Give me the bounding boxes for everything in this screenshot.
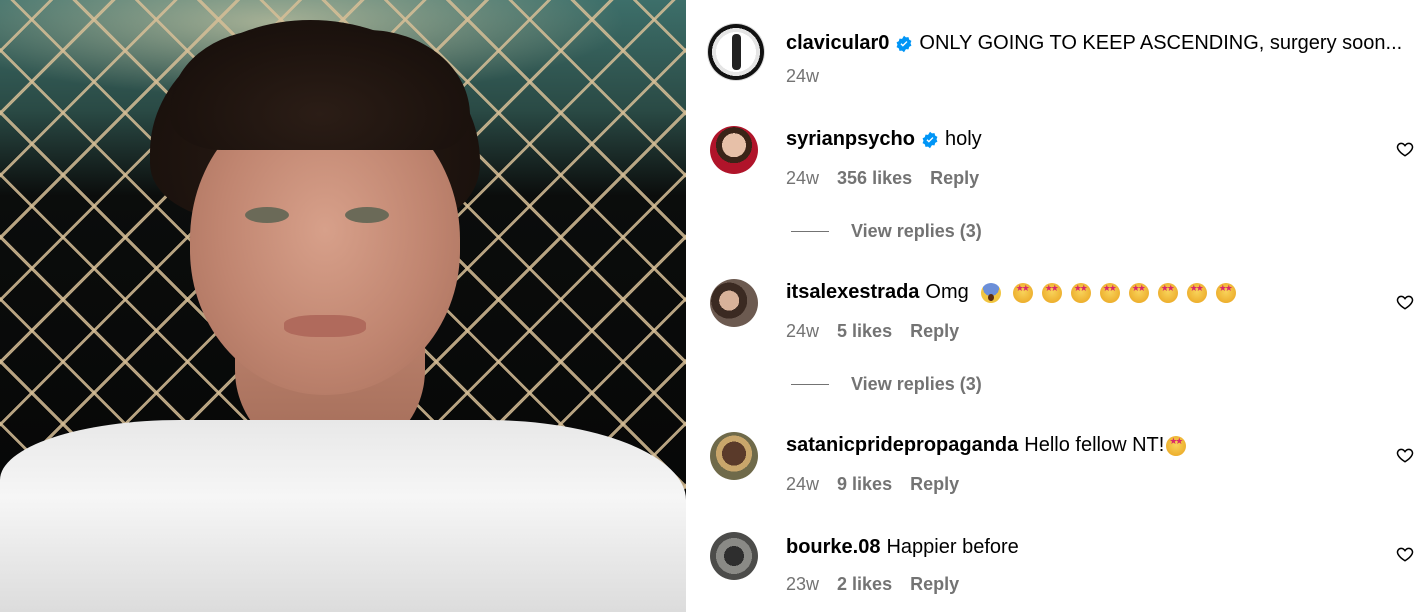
- verified-badge-icon: [895, 35, 913, 53]
- view-replies-button[interactable]: View replies (3): [791, 374, 982, 395]
- comment-time[interactable]: 24w: [786, 321, 819, 342]
- comment-text: Hello fellow NT!: [1024, 434, 1165, 456]
- reply-button[interactable]: Reply: [930, 168, 979, 189]
- star-struck-emoji: [1099, 282, 1120, 303]
- star-struck-emoji: [1157, 282, 1178, 303]
- face-screaming-emoji: [980, 282, 1001, 303]
- post-time[interactable]: 24w: [786, 66, 819, 87]
- comment-username[interactable]: itsalexestrada: [786, 281, 919, 304]
- comment-item: satanicpridepropaganda Hello fellow NT! …: [686, 426, 1428, 506]
- star-struck-emoji: [1070, 282, 1091, 303]
- comment-time[interactable]: 24w: [786, 474, 819, 495]
- star-struck-emoji: [1041, 282, 1062, 303]
- reply-button[interactable]: Reply: [910, 574, 959, 595]
- comment-likes[interactable]: 5 likes: [837, 321, 892, 342]
- comment-item: itsalexestrada Omg 24w 5 likes Reply Vie…: [686, 273, 1428, 413]
- comment-text: holy: [944, 128, 982, 150]
- heart-outline-icon[interactable]: [1396, 545, 1414, 563]
- commenter-avatar[interactable]: [710, 532, 758, 580]
- post-photo: [0, 0, 686, 612]
- author-username[interactable]: clavicular0: [786, 32, 889, 55]
- comment-username[interactable]: bourke.08: [786, 536, 880, 559]
- comment-time[interactable]: 24w: [786, 168, 819, 189]
- reply-button[interactable]: Reply: [910, 321, 959, 342]
- author-avatar[interactable]: [708, 24, 764, 80]
- star-struck-emoji: [1215, 282, 1236, 303]
- comments-panel: clavicular0 ONLY GOING TO KEEP ASCENDING…: [686, 0, 1428, 612]
- comment-text: Happier before: [886, 536, 1019, 558]
- comment-item: bourke.08 Happier before 23w 2 likes Rep…: [686, 528, 1428, 608]
- comment-likes[interactable]: 2 likes: [837, 574, 892, 595]
- comment-likes[interactable]: 356 likes: [837, 168, 912, 189]
- post-caption-row: clavicular0 ONLY GOING TO KEEP ASCENDING…: [686, 0, 1428, 100]
- post-caption: ONLY GOING TO KEEP ASCENDING, surgery so…: [919, 32, 1403, 54]
- emoji-group: [1012, 282, 1236, 303]
- star-struck-emoji: [1186, 282, 1207, 303]
- star-struck-emoji: [1128, 282, 1149, 303]
- commenter-avatar[interactable]: [710, 279, 758, 327]
- comment-item: syrianpsycho holy 24w 356 likes Reply Vi…: [686, 120, 1428, 260]
- comment-likes[interactable]: 9 likes: [837, 474, 892, 495]
- heart-outline-icon[interactable]: [1396, 293, 1414, 311]
- comment-time[interactable]: 23w: [786, 574, 819, 595]
- commenter-avatar[interactable]: [710, 432, 758, 480]
- star-struck-emoji: [1166, 435, 1187, 456]
- heart-outline-icon[interactable]: [1396, 446, 1414, 464]
- comment-username[interactable]: syrianpsycho: [786, 128, 915, 151]
- comment-text: Omg: [925, 281, 969, 303]
- verified-badge-icon: [921, 131, 939, 149]
- comment-username[interactable]: satanicpridepropaganda: [786, 434, 1018, 457]
- star-struck-emoji: [1012, 282, 1033, 303]
- view-replies-button[interactable]: View replies (3): [791, 221, 982, 242]
- commenter-avatar[interactable]: [710, 126, 758, 174]
- heart-outline-icon[interactable]: [1396, 140, 1414, 158]
- reply-button[interactable]: Reply: [910, 474, 959, 495]
